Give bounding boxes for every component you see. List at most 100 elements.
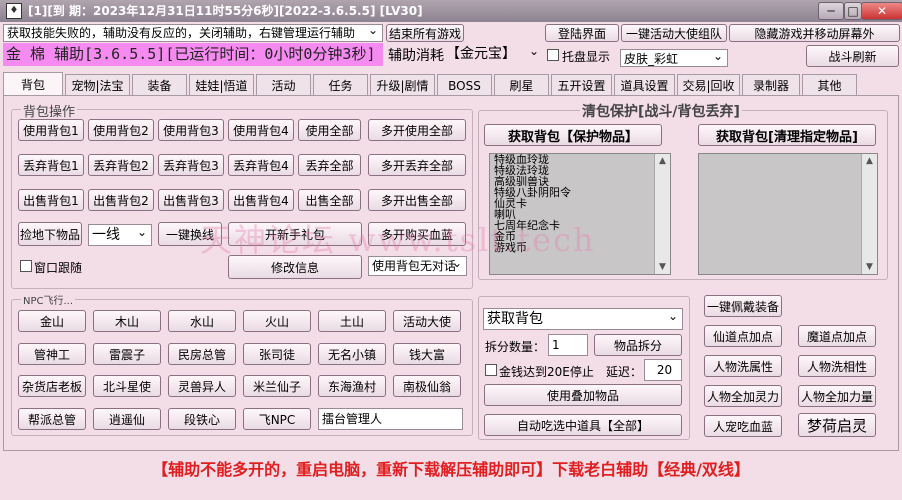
tab-item-settings[interactable]: 道具设置: [614, 74, 675, 96]
npc-guanshengong-button[interactable]: 管神工: [18, 343, 86, 365]
scroll-up-icon[interactable]: ▲: [655, 154, 670, 168]
tab-bag[interactable]: 背包: [3, 72, 63, 96]
fly-npc-button[interactable]: 飞NPC: [243, 408, 311, 430]
wash-xiang-button[interactable]: 人物洗相性: [798, 355, 876, 377]
mo-points-button[interactable]: 魔道点加点: [798, 325, 876, 347]
line-select[interactable]: 一线: [88, 224, 152, 246]
battle-refresh-button[interactable]: 战斗刷新: [806, 45, 899, 67]
npc-leizhenzi-button[interactable]: 雷震子: [93, 343, 161, 365]
list-item[interactable]: 仙灵卡: [490, 198, 670, 209]
delay-input[interactable]: 20: [644, 359, 682, 381]
npc-mushan-button[interactable]: 木山: [93, 310, 161, 332]
npc-name-input[interactable]: 擂台管理人: [318, 408, 463, 430]
dream-start-button[interactable]: 梦荷启灵: [798, 413, 876, 437]
use-bag2-button[interactable]: 使用背包2: [88, 119, 154, 141]
end-all-games-button[interactable]: 结束所有游戏: [386, 24, 464, 42]
follow-window-checkbox[interactable]: [20, 260, 32, 272]
login-screen-button[interactable]: 登陆界面: [545, 24, 619, 42]
xian-points-button[interactable]: 仙道点加点: [704, 325, 782, 347]
tab-pet[interactable]: 宠物|法宝: [65, 74, 130, 96]
multi-drop-all-button[interactable]: 多开丢弃全部: [368, 154, 466, 176]
npc-guild-manager-button[interactable]: 帮派总管: [18, 408, 86, 430]
hide-game-button[interactable]: 隐藏游戏并移动屏幕外: [729, 24, 900, 42]
consume-select[interactable]: 【金元宝】: [443, 45, 543, 65]
use-bag3-button[interactable]: 使用背包3: [158, 119, 224, 141]
multi-buy-blood-button[interactable]: 多开购买血蓝: [368, 222, 466, 246]
use-bag1-button[interactable]: 使用背包1: [18, 119, 84, 141]
npc-nameless-town-button[interactable]: 无名小镇: [318, 343, 386, 365]
npc-jinshan-button[interactable]: 金山: [18, 310, 86, 332]
drop-bag2-button[interactable]: 丢弃背包2: [88, 154, 154, 176]
get-bag-select[interactable]: 获取背包: [483, 308, 683, 330]
tab-levelup[interactable]: 升级|剧情: [370, 74, 435, 96]
switch-line-button[interactable]: 一键换线: [158, 222, 222, 246]
npc-beast-master-button[interactable]: 灵兽异人: [168, 375, 236, 397]
sell-bag4-button[interactable]: 出售背包4: [228, 189, 294, 211]
wash-attr-button[interactable]: 人物洗属性: [704, 355, 782, 377]
drop-all-button[interactable]: 丢弃全部: [298, 154, 361, 176]
tab-activity[interactable]: 活动: [256, 74, 311, 96]
scroll-up-icon[interactable]: ▲: [862, 154, 877, 168]
drop-bag1-button[interactable]: 丢弃背包1: [18, 154, 84, 176]
tab-other[interactable]: 其他: [802, 74, 857, 96]
npc-milan-fairy-button[interactable]: 米兰仙子: [243, 375, 311, 397]
npc-zhangsitu-button[interactable]: 张司徒: [243, 343, 311, 365]
one-key-team-button[interactable]: 一键活动大使组队: [621, 24, 727, 42]
npc-beidou-button[interactable]: 北斗星使: [93, 375, 161, 397]
npc-huoshan-button[interactable]: 火山: [243, 310, 311, 332]
use-all-button[interactable]: 使用全部: [298, 119, 361, 141]
clean-list-scrollbar[interactable]: ▲ ▼: [861, 154, 877, 274]
npc-activity-envoy-button[interactable]: 活动大使: [393, 310, 461, 332]
split-qty-input[interactable]: 1: [548, 334, 588, 356]
npc-qiandafu-button[interactable]: 钱大富: [393, 343, 461, 365]
sell-bag3-button[interactable]: 出售背包3: [158, 189, 224, 211]
get-protect-items-button[interactable]: 获取背包【保护物品】: [484, 124, 662, 146]
tab-task[interactable]: 任务: [313, 74, 368, 96]
tab-recorder[interactable]: 录制器: [742, 74, 800, 96]
drop-bag3-button[interactable]: 丢弃背包3: [158, 154, 224, 176]
minimize-button[interactable]: ─: [818, 2, 844, 20]
npc-xiaoyao-button[interactable]: 逍遥仙: [93, 408, 161, 430]
tab-star[interactable]: 刷星: [494, 74, 549, 96]
sell-bag1-button[interactable]: 出售背包1: [18, 189, 84, 211]
use-stack-items-button[interactable]: 使用叠加物品: [484, 384, 682, 406]
npc-grocer-button[interactable]: 杂货店老板: [18, 375, 86, 397]
tab-five-open[interactable]: 五开设置: [551, 74, 612, 96]
scroll-down-icon[interactable]: ▼: [655, 260, 670, 274]
list-item[interactable]: 七周年纪念卡: [490, 220, 670, 231]
add-power-button[interactable]: 人物全加力量: [798, 385, 876, 407]
add-spirit-button[interactable]: 人物全加灵力: [704, 385, 782, 407]
npc-shuishan-button[interactable]: 水山: [168, 310, 236, 332]
stop-money-checkbox[interactable]: [485, 364, 497, 376]
npc-housing-manager-button[interactable]: 民房总管: [168, 343, 236, 365]
sell-all-button[interactable]: 出售全部: [298, 189, 361, 211]
npc-donghai-village-button[interactable]: 东海渔村: [318, 375, 386, 397]
tray-checkbox[interactable]: [547, 49, 559, 61]
clean-items-list[interactable]: ▲ ▼: [698, 153, 878, 275]
list-item[interactable]: 游戏币: [490, 242, 670, 253]
npc-duantiexin-button[interactable]: 段铁心: [168, 408, 236, 430]
close-button[interactable]: ✕: [861, 2, 902, 20]
tab-equip[interactable]: 装备: [132, 74, 187, 96]
auto-eat-items-button[interactable]: 自动吃选中道具【全部】: [484, 414, 682, 436]
hint-select[interactable]: 获取技能失败的，辅助没有反应的，关闭辅助，右键管理运行辅助: [3, 24, 383, 42]
npc-tushan-button[interactable]: 土山: [318, 310, 386, 332]
scroll-down-icon[interactable]: ▼: [862, 260, 877, 274]
modify-info-button[interactable]: 修改信息: [228, 255, 362, 279]
sell-bag2-button[interactable]: 出售背包2: [88, 189, 154, 211]
pet-blood-button[interactable]: 人宠吃血蓝: [704, 415, 782, 437]
bag-invalid-select[interactable]: 使用背包无对话: [368, 256, 467, 276]
get-clean-items-button[interactable]: 获取背包[清理指定物品]: [698, 124, 876, 146]
equip-all-button[interactable]: 一键佩戴装备: [704, 295, 782, 317]
multi-sell-all-button[interactable]: 多开出售全部: [368, 189, 466, 211]
skin-select[interactable]: 皮肤_彩虹: [620, 49, 728, 67]
pickup-button[interactable]: 捡地下物品: [18, 222, 82, 246]
open-gift-button[interactable]: 开新手礼包: [228, 222, 362, 246]
npc-nanji-button[interactable]: 南极仙翁: [393, 375, 461, 397]
use-bag4-button[interactable]: 使用背包4: [228, 119, 294, 141]
tab-doll[interactable]: 娃娃|悟道: [189, 74, 254, 96]
tab-boss[interactable]: BOSS: [437, 74, 492, 96]
multi-use-all-button[interactable]: 多开使用全部: [368, 119, 466, 141]
protect-list-scrollbar[interactable]: ▲ ▼: [654, 154, 670, 274]
restore-button[interactable]: □: [844, 2, 862, 20]
